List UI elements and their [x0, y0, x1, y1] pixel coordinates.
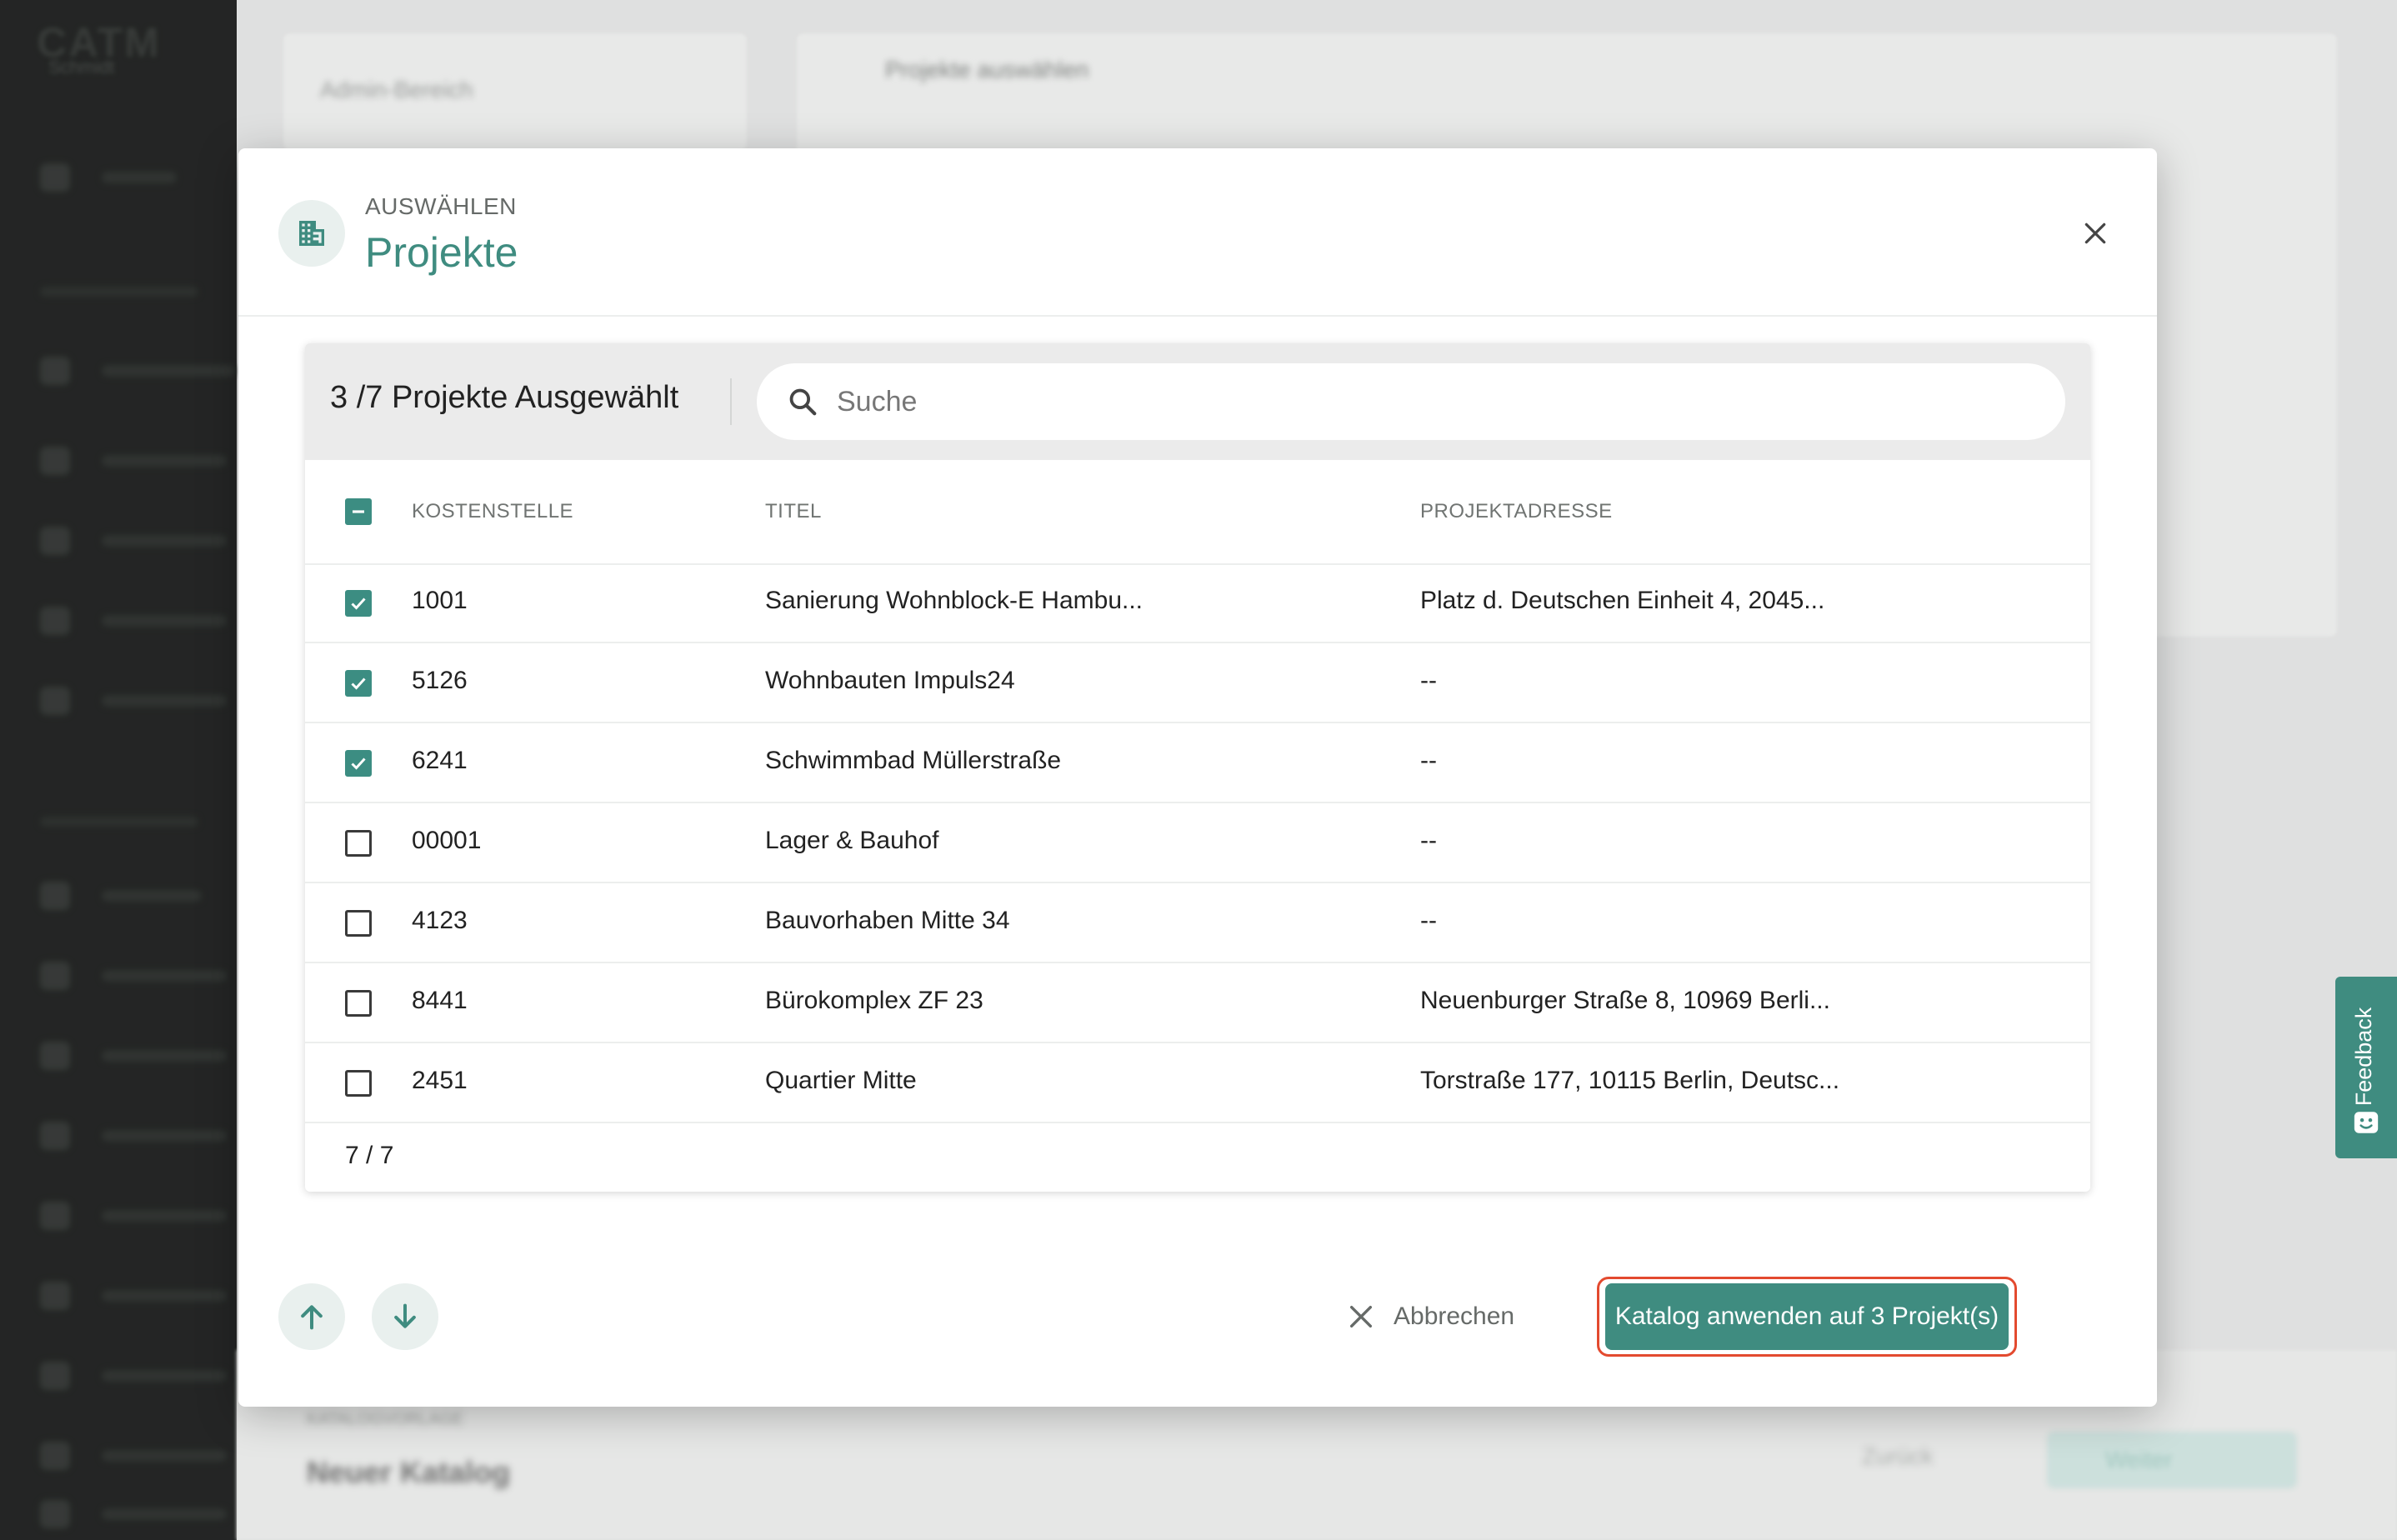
cell-titel: Lager & Bauhof: [765, 827, 939, 854]
search-field[interactable]: [757, 363, 2065, 440]
cell-titel: Schwimmbad Müllerstraße: [765, 747, 1062, 774]
cell-kostenstelle: 6241: [412, 747, 468, 774]
table-row[interactable]: 1001 Sanierung Wohnblock-E Hambu... Plat…: [305, 563, 2090, 643]
cell-kostenstelle: 1001: [412, 587, 468, 614]
cell-titel: Sanierung Wohnblock-E Hambu...: [765, 587, 1143, 614]
close-icon[interactable]: [2065, 203, 2125, 263]
table-row[interactable]: 00001 Lager & Bauhof --: [305, 803, 2090, 883]
cell-kostenstelle: 00001: [412, 827, 482, 854]
arrow-down-icon[interactable]: [372, 1283, 438, 1350]
modal-eyebrow: AUSWÄHLEN: [365, 193, 517, 219]
cell-projektadresse: --: [1420, 667, 1437, 694]
row-checkbox[interactable]: [345, 830, 372, 857]
modal-header: AUSWÄHLEN Projekte: [238, 148, 2157, 317]
cell-titel: Bauvorhaben Mitte 34: [765, 907, 1010, 934]
table-row-count: 7 / 7: [345, 1142, 394, 1169]
building-icon: [278, 200, 345, 267]
project-select-modal: AUSWÄHLEN Projekte 3 /7 Projekte Ausgewä…: [238, 148, 2157, 1407]
project-table-panel: 3 /7 Projekte Ausgewählt KOSTENSTELLE TI…: [305, 343, 2090, 1192]
column-header-projektadresse[interactable]: PROJEKTADRESSE: [1420, 500, 1613, 523]
row-checkbox[interactable]: [345, 910, 372, 937]
search-input[interactable]: [835, 384, 2005, 419]
table-row[interactable]: 2451 Quartier Mitte Torstraße 177, 10115…: [305, 1043, 2090, 1123]
cell-kostenstelle: 2451: [412, 1067, 468, 1094]
table-row[interactable]: 5126 Wohnbauten Impuls24 --: [305, 643, 2090, 723]
feedback-tab[interactable]: Feedback: [2335, 977, 2397, 1158]
cell-kostenstelle: 5126: [412, 667, 468, 694]
cell-projektadresse: Torstraße 177, 10115 Berlin, Deutsc...: [1420, 1067, 1840, 1094]
cell-projektadresse: --: [1420, 827, 1437, 854]
table-row[interactable]: 6241 Schwimmbad Müllerstraße --: [305, 723, 2090, 803]
cell-projektadresse: --: [1420, 907, 1437, 934]
row-checkbox[interactable]: [345, 670, 372, 697]
selection-count: 3 /7 Projekte Ausgewählt: [330, 380, 679, 415]
cell-titel: Wohnbauten Impuls24: [765, 667, 1015, 694]
close-icon: [1349, 1305, 1373, 1328]
row-checkbox[interactable]: [345, 750, 372, 777]
row-checkbox[interactable]: [345, 590, 372, 617]
modal-title: Projekte: [365, 229, 518, 276]
cell-projektadresse: Platz d. Deutschen Einheit 4, 2045...: [1420, 587, 1825, 614]
search-icon: [787, 385, 820, 418]
feedback-smiley-icon: [2354, 1112, 2379, 1133]
apply-catalog-button[interactable]: Katalog anwenden auf 3 Projekt(s): [1605, 1283, 2009, 1350]
column-header-kostenstelle[interactable]: KOSTENSTELLE: [412, 500, 573, 523]
column-header-titel[interactable]: TITEL: [765, 500, 822, 523]
row-checkbox[interactable]: [345, 1070, 372, 1097]
cancel-button[interactable]: Abbrechen: [1347, 1283, 1514, 1350]
cell-projektadresse: Neuenburger Straße 8, 10969 Berli...: [1420, 987, 1830, 1014]
table-header: KOSTENSTELLE TITEL PROJEKTADRESSE: [305, 460, 2090, 565]
table-row[interactable]: 8441 Bürokomplex ZF 23 Neuenburger Straß…: [305, 963, 2090, 1043]
table-toolbar: 3 /7 Projekte Ausgewählt: [305, 343, 2090, 460]
row-checkbox[interactable]: [345, 990, 372, 1017]
cancel-button-label: Abbrechen: [1394, 1302, 1515, 1330]
feedback-label: Feedback: [2351, 1007, 2376, 1107]
select-all-checkbox[interactable]: [345, 498, 372, 525]
table-row[interactable]: 4123 Bauvorhaben Mitte 34 --: [305, 883, 2090, 963]
cell-kostenstelle: 8441: [412, 987, 468, 1014]
cell-titel: Quartier Mitte: [765, 1067, 917, 1094]
cell-titel: Bürokomplex ZF 23: [765, 987, 983, 1014]
cell-projektadresse: --: [1420, 747, 1437, 774]
toolbar-divider: [730, 378, 732, 425]
cell-kostenstelle: 4123: [412, 907, 468, 934]
arrow-up-icon[interactable]: [278, 1283, 345, 1350]
